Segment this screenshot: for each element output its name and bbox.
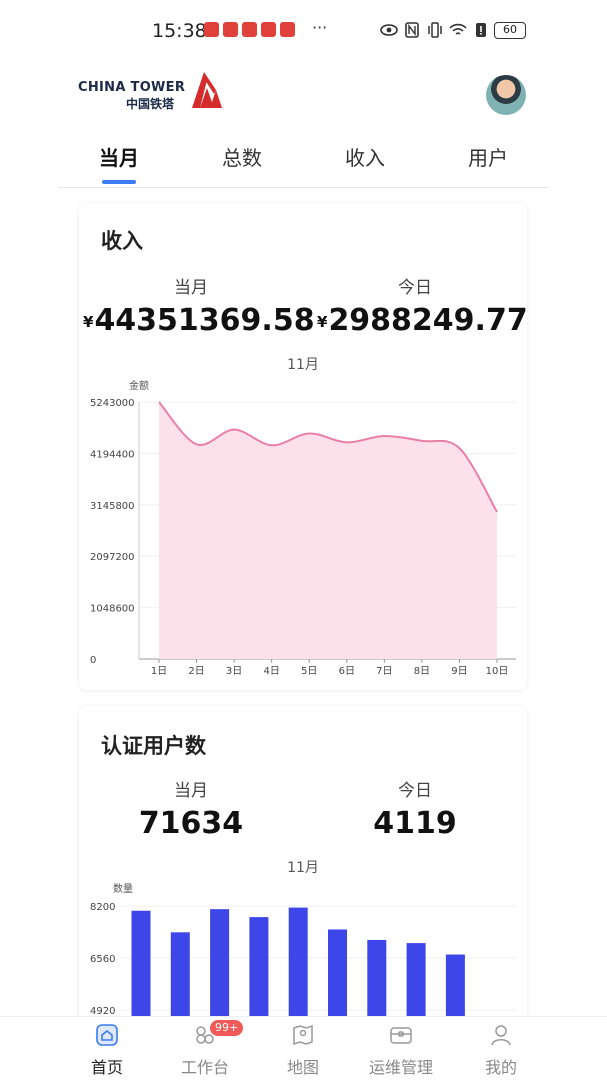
users-card: 认证用户数 当月 今日 71634 4119 11月 数量 4920 6560 820… — [79, 706, 527, 1046]
nav-profile-label: 我的 — [484, 1058, 517, 1077]
nav-home-label: 首页 — [90, 1058, 123, 1077]
income-area-chart: 金额 0 1048600 2097200 3145800 4194400 5243000 1日… — [90, 379, 516, 675]
users-month-value: 71634 — [138, 806, 244, 841]
income-today-value: ¥2988249.77 — [317, 303, 528, 338]
battery-icon: 60 — [494, 22, 526, 39]
status-bar: 15:38 ··· 60 — [0, 18, 607, 46]
nav-maintenance[interactable]: 运维管理 — [346, 1017, 456, 1080]
logo-text-cn: 中国铁塔 — [126, 97, 175, 111]
users-card-title: 认证用户数 — [101, 734, 206, 758]
users-month-label: 当月 — [174, 781, 208, 801]
active-tab-indicator — [102, 180, 136, 184]
income-card-title: 收入 — [101, 229, 143, 253]
alert-icon — [476, 23, 486, 37]
vibrate-icon — [428, 22, 442, 38]
income-x-tick-label: 6日 — [339, 666, 355, 675]
notification-icon — [242, 22, 257, 37]
income-x-tick-label: 2日 — [188, 666, 204, 675]
tab-income[interactable]: 收入 — [325, 142, 405, 171]
map-icon — [293, 1024, 313, 1046]
income-y-tick-label: 1048600 — [90, 604, 135, 615]
nav-workbench[interactable]: 99+ 工作台 — [150, 1017, 260, 1080]
maintenance-icon — [390, 1027, 412, 1044]
income-x-tick-label: 10日 — [486, 666, 509, 675]
users-bar-chart: 数量492065608200 — [90, 882, 516, 1038]
nav-home[interactable]: 首页 — [52, 1017, 162, 1080]
income-month-amount: 44351369.58 — [94, 303, 315, 338]
tab-total[interactable]: 总数 — [202, 142, 282, 171]
nav-map[interactable]: 地图 — [248, 1017, 358, 1080]
income-x-tick-label: 7日 — [376, 666, 392, 675]
nav-workbench-label: 工作台 — [180, 1058, 229, 1077]
logo-text-en: CHINA TOWER — [78, 80, 186, 95]
users-y-axis-label: 数量 — [113, 882, 133, 895]
income-y-tick-label: 0 — [90, 655, 96, 666]
income-y-tick-label: 2097200 — [90, 552, 135, 563]
income-card: 收入 当月 今日 ¥44351369.58 ¥2988249.77 11月 金额… — [79, 203, 528, 690]
income-x-tick-label: 4日 — [263, 666, 279, 675]
users-today-value: 4119 — [373, 806, 457, 841]
notification-icon — [223, 22, 238, 37]
tab-bar: 当月 总数 收入 用户 — [58, 136, 548, 188]
avatar[interactable] — [486, 75, 526, 115]
income-today-amount: 2988249.77 — [328, 303, 528, 338]
income-x-tick-label: 8日 — [414, 666, 430, 675]
china-tower-logo: CHINA TOWER 中国铁塔 — [78, 68, 228, 112]
income-month-value: ¥44351369.58 — [83, 303, 315, 338]
users-y-tick-label: 8200 — [90, 902, 115, 913]
system-icons — [380, 22, 490, 38]
nfc-icon — [405, 22, 419, 38]
currency-symbol: ¥ — [83, 313, 94, 331]
notification-icon — [261, 22, 276, 37]
nav-profile[interactable]: 我的 — [446, 1017, 556, 1080]
income-month-label: 当月 — [174, 278, 208, 298]
income-x-tick-label: 5日 — [301, 666, 317, 675]
notification-icons — [204, 22, 295, 37]
users-chart-title: 11月 — [287, 860, 319, 876]
nav-maintenance-label: 运维管理 — [368, 1058, 433, 1077]
tab-current-month[interactable]: 当月 — [79, 142, 159, 171]
home-icon — [96, 1024, 118, 1046]
income-y-tick-label: 5243000 — [90, 398, 135, 409]
eye-icon — [380, 24, 398, 36]
wifi-icon — [449, 23, 467, 35]
income-chart-title: 11月 — [287, 357, 319, 373]
nav-map-label: 地图 — [286, 1058, 319, 1077]
more-notifications-icon: ··· — [312, 18, 328, 37]
income-x-tick-label: 9日 — [451, 666, 467, 675]
workbench-badge: 99+ — [210, 1020, 244, 1036]
income-today-label: 今日 — [398, 278, 432, 298]
income-x-tick-label: 3日 — [226, 666, 242, 675]
status-time: 15:38 — [152, 20, 207, 42]
notification-icon — [204, 22, 219, 37]
bottom-navigation: 首页 99+ 工作台 地图 运维管理 我的 — [0, 1016, 607, 1080]
income-y-tick-label: 3145800 — [90, 501, 135, 512]
income-y-axis-label: 金额 — [129, 379, 149, 392]
notification-icon — [280, 22, 295, 37]
income-y-tick-label: 4194400 — [90, 449, 135, 460]
users-today-label: 今日 — [398, 781, 432, 801]
tab-users[interactable]: 用户 — [448, 142, 528, 171]
logo-mark-icon — [192, 72, 222, 108]
currency-symbol: ¥ — [317, 313, 328, 331]
users-y-tick-label: 6560 — [90, 954, 115, 965]
income-x-tick-label: 1日 — [151, 666, 167, 675]
user-icon — [491, 1025, 511, 1046]
